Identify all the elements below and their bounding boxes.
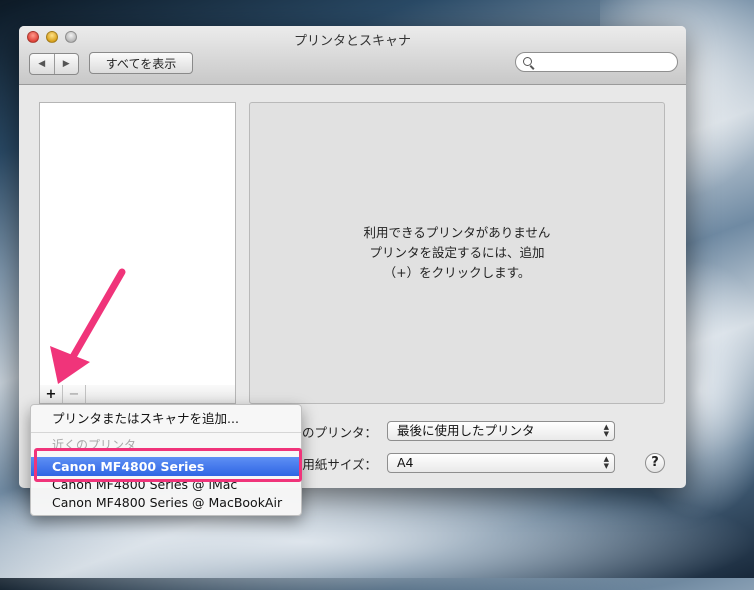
updown-arrows-icon: ▲ ▼ [603, 455, 609, 470]
help-button[interactable]: ? [645, 453, 665, 473]
message-line: 利用できるプリンタがありません [363, 225, 551, 240]
paper-size-popup[interactable]: A4 ▲ ▼ [387, 453, 615, 473]
default-printer-value: 最後に使用したプリンタ [397, 423, 535, 438]
remove-printer-button[interactable]: − [63, 385, 86, 403]
toolbar: プリンタとスキャナ ◀ ▶ すべてを表示 [19, 26, 686, 85]
back-forward-control: ◀ ▶ [29, 53, 79, 75]
menu-header-nearby-printers: 近くのプリンタ [52, 438, 137, 452]
paper-size-value: A4 [397, 455, 414, 470]
message-line: （+）をクリックします。 [383, 265, 531, 280]
printer-detail-panel: 利用できるプリンタがありません プリンタを設定するには、追加 （+）をクリックし… [249, 102, 665, 404]
menu-item-add-printer[interactable]: プリンタまたはスキャナを追加... [31, 409, 301, 428]
default-printer-popup[interactable]: 最後に使用したプリンタ ▲ ▼ [387, 421, 615, 441]
show-all-button[interactable]: すべてを表示 [89, 52, 193, 74]
printer-list[interactable] [39, 102, 236, 387]
search-icon [523, 57, 532, 66]
forward-button[interactable]: ▶ [53, 54, 79, 74]
message-line: プリンタを設定するには、追加 [369, 245, 545, 260]
add-printer-button[interactable]: + [40, 385, 63, 403]
window-title: プリンタとスキャナ [293, 34, 411, 49]
no-printers-message: 利用できるプリンタがありません プリンタを設定するには、追加 （+）をクリックし… [364, 223, 551, 283]
menu-separator [31, 432, 301, 433]
add-remove-bar: + − [39, 385, 236, 404]
menu-item-printer[interactable]: Canon MF4800 Series [31, 457, 301, 476]
search-input[interactable] [515, 52, 678, 72]
updown-arrows-icon: ▲ ▼ [603, 423, 609, 438]
menu-item-printer[interactable]: Canon MF4800 Series @ iMac [31, 475, 301, 494]
back-button[interactable]: ◀ [30, 54, 54, 74]
add-printer-menu: プリンタまたはスキャナを追加... 近くのプリンタ Canon MF4800 S… [30, 404, 302, 516]
menu-item-printer[interactable]: Canon MF4800 Series @ MacBookAir [31, 493, 301, 512]
